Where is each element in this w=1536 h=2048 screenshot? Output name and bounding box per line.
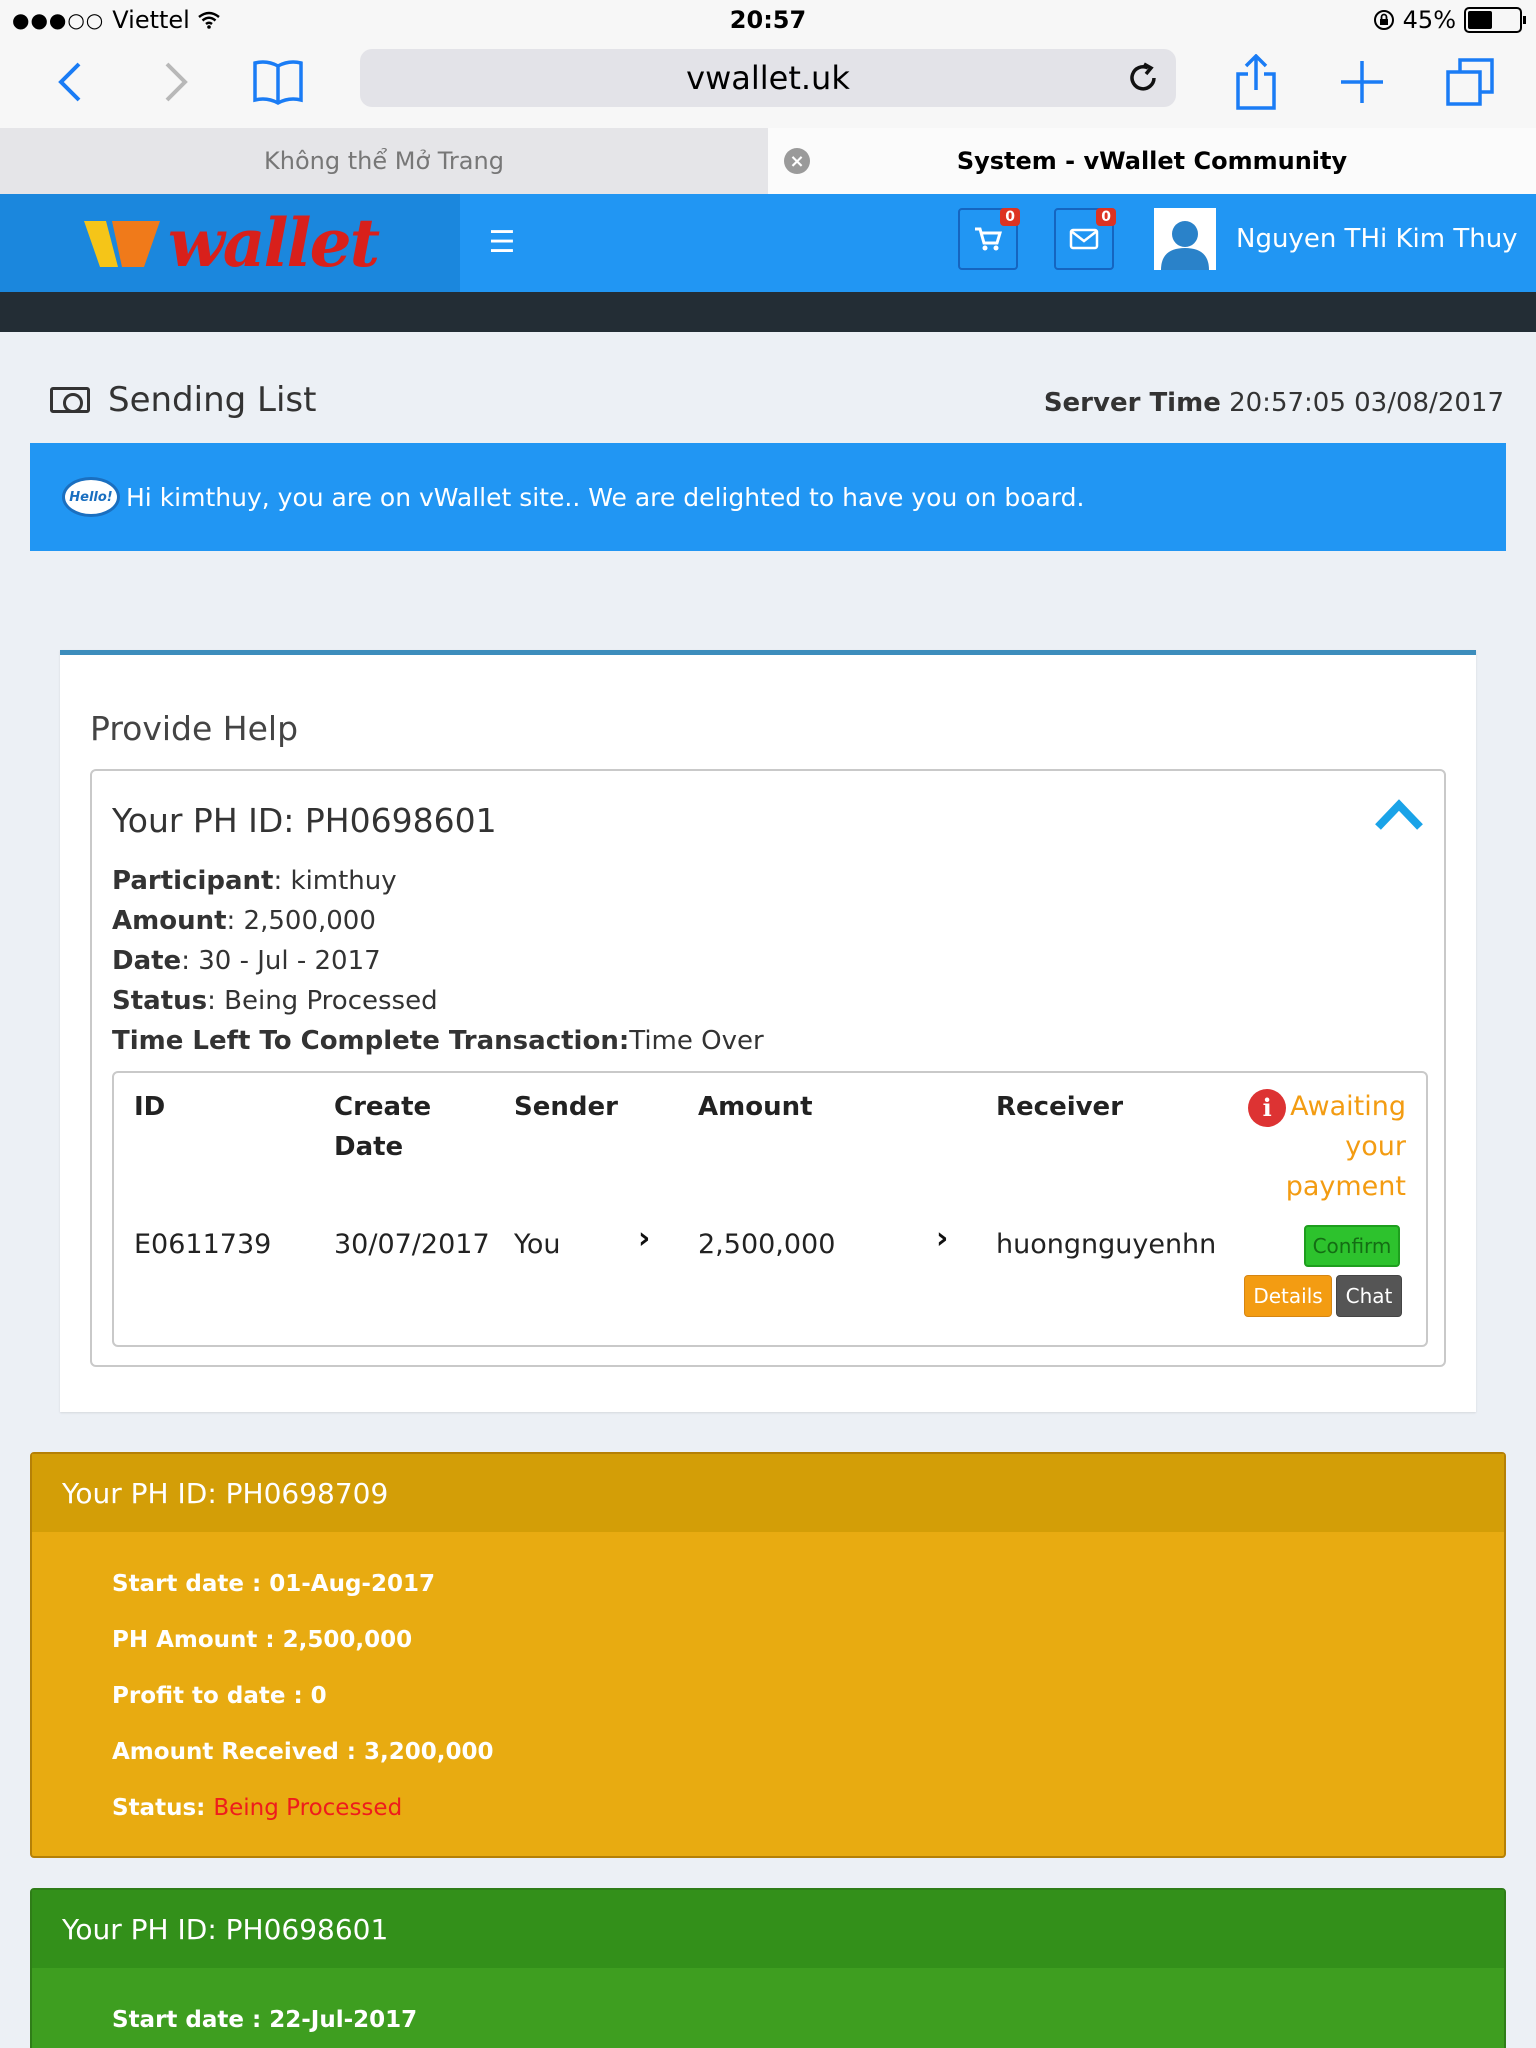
avatar[interactable]: [1154, 208, 1216, 270]
date-value: : 30 - Jul - 2017: [181, 946, 381, 976]
ph-panel-pending: Your PH ID: PH0698709 Start date : 01-Au…: [30, 1452, 1506, 1858]
panel-body: Start date : 22-Jul-2017: [32, 1968, 1504, 2048]
awaiting-line-3: payment: [1285, 1171, 1406, 1202]
chevron-right-icon: ›: [936, 1221, 949, 1256]
info-icon: i: [1248, 1088, 1287, 1127]
confirm-button[interactable]: Confirm: [1304, 1225, 1400, 1267]
awaiting-line-1: Awaiting: [1290, 1091, 1406, 1122]
col-header-create: Create: [334, 1092, 432, 1122]
messages-button[interactable]: 0: [1054, 208, 1116, 270]
tab-label: System - vWallet Community: [956, 147, 1348, 175]
share-icon[interactable]: [1226, 52, 1286, 112]
menu-toggle-icon[interactable]: ☰: [484, 224, 520, 260]
orientation-lock-icon: [1373, 10, 1394, 30]
date-label: Date: [112, 946, 182, 976]
cart-button[interactable]: 0: [958, 208, 1020, 270]
logo-text: wallet: [167, 204, 380, 282]
profit-to-date: Profit to date : 0: [112, 1683, 327, 1709]
participant-label: Participant: [112, 866, 274, 896]
ph-details: Participant: kimthuy Amount: 2,500,000 D…: [112, 861, 764, 1061]
row-receiver: huongnguyenhn: [996, 1229, 1217, 1260]
user-name[interactable]: Nguyen THi Kim Thuy: [1236, 224, 1518, 254]
welcome-alert: Hello! Hi kimthuy, you are on vWallet si…: [30, 443, 1506, 551]
server-time: Server Time 20:57:05 03/08/2017: [1044, 388, 1504, 418]
col-header-sender: Sender: [514, 1092, 618, 1122]
browser-toolbar: vwallet.uk: [0, 40, 1536, 128]
logo[interactable]: wallet: [0, 194, 460, 292]
page-title: Sending List: [50, 380, 316, 420]
col-header-date: Date: [334, 1132, 404, 1162]
close-tab-icon[interactable]: ×: [784, 148, 810, 174]
amount-value: : 2,500,000: [226, 906, 376, 936]
envelope-icon: [1069, 228, 1099, 250]
row-amount: 2,500,000: [698, 1229, 836, 1260]
page-title-text: Sending List: [108, 380, 317, 420]
cart-count-badge: 0: [1000, 208, 1020, 226]
provide-help-title: Provide Help: [90, 709, 299, 748]
site-header: wallet ☰ 0 0 Nguyen THi Kim Thuy: [0, 194, 1536, 292]
tab-vwallet[interactable]: × System - vWallet Community: [768, 128, 1536, 194]
row-id: E0611739: [134, 1229, 272, 1260]
browser-tabs: Không thể Mở Trang × System - vWallet Co…: [0, 128, 1536, 194]
messages-count-badge: 0: [1096, 208, 1116, 226]
provide-help-box: Provide Help Your PH ID: PH0698601 Parti…: [60, 650, 1476, 1412]
new-tab-icon[interactable]: [1332, 52, 1392, 112]
panel-status: Status: Being Processed: [112, 1780, 1504, 1836]
start-date: Start date : 01-Aug-2017: [112, 1571, 435, 1597]
col-header-receiver: Receiver: [996, 1092, 1124, 1122]
ph-amount: PH Amount : 2,500,000: [112, 1627, 413, 1653]
time-left-label: Time Left To Complete Transaction:: [112, 1026, 630, 1056]
address-bar[interactable]: vwallet.uk: [360, 49, 1176, 107]
battery-info: 45%: [1373, 6, 1526, 34]
col-header-id: ID: [134, 1092, 166, 1122]
status-label: Status:: [112, 1795, 206, 1821]
awaiting-line-2: your: [1345, 1131, 1406, 1162]
status-label: Status: [112, 986, 208, 1016]
details-button[interactable]: Details: [1244, 1275, 1332, 1317]
time-left-value: Time Over: [629, 1026, 764, 1056]
reload-icon[interactable]: [1126, 61, 1160, 95]
status-value: Being Processed: [213, 1795, 403, 1821]
user-icon: [1161, 221, 1209, 270]
cart-icon: [975, 227, 1002, 251]
panel-heading[interactable]: Your PH ID: PH0698709: [32, 1454, 1504, 1532]
server-time-label: Server Time: [1043, 388, 1221, 418]
start-date: Start date : 22-Jul-2017: [112, 2007, 418, 2033]
ph-card: Your PH ID: PH0698601 Participant: kimth…: [90, 769, 1446, 1367]
logo-mark-icon: [83, 221, 160, 267]
status-value: : Being Processed: [207, 986, 438, 1016]
transaction-table: ID Create Date Sender Amount Receiver iA…: [112, 1071, 1428, 1347]
row-sender: You: [514, 1229, 561, 1260]
bookmarks-icon[interactable]: [248, 52, 308, 112]
back-icon[interactable]: [40, 52, 100, 112]
money-icon: [50, 387, 90, 413]
battery-icon: [1464, 7, 1526, 33]
chat-button[interactable]: Chat: [1336, 1275, 1402, 1317]
welcome-message: Hi kimthuy, you are on vWallet site.. We…: [126, 482, 1085, 512]
tabs-overview-icon[interactable]: [1440, 52, 1500, 112]
tab-label: Không thể Mở Trang: [264, 147, 504, 175]
forward-icon[interactable]: [146, 52, 206, 112]
col-header-amount: Amount: [698, 1092, 813, 1122]
ios-status-bar: ●●●○○ Viettel 20:57 45%: [0, 0, 1536, 40]
collapse-chevron-up-icon[interactable]: [1374, 795, 1424, 835]
url-text: vwallet.uk: [686, 59, 850, 97]
ph-id: Your PH ID: PH0698601: [112, 801, 497, 840]
amount-received: Amount Received : 3,200,000: [112, 1739, 494, 1765]
participant-value: : kimthuy: [273, 866, 397, 896]
row-create-date: 30/07/2017: [334, 1229, 490, 1260]
chevron-right-icon: ›: [638, 1221, 651, 1256]
nav-strip: [0, 292, 1536, 332]
clock: 20:57: [729, 6, 807, 34]
panel-heading[interactable]: Your PH ID: PH0698601: [32, 1890, 1504, 1968]
panel-body: Start date : 01-Aug-2017 PH Amount : 2,5…: [32, 1532, 1504, 1836]
battery-percent: 45%: [1402, 6, 1456, 34]
amount-label: Amount: [112, 906, 227, 936]
server-time-value: 20:57:05 03/08/2017: [1229, 388, 1504, 418]
ph-panel-active: Your PH ID: PH0698601 Start date : 22-Ju…: [30, 1888, 1506, 2048]
awaiting-payment-status: i Awaiting your payment: [1236, 1087, 1406, 1207]
hello-bubble-icon: Hello!: [62, 477, 120, 517]
tab-cannot-open[interactable]: Không thể Mở Trang: [0, 128, 768, 194]
